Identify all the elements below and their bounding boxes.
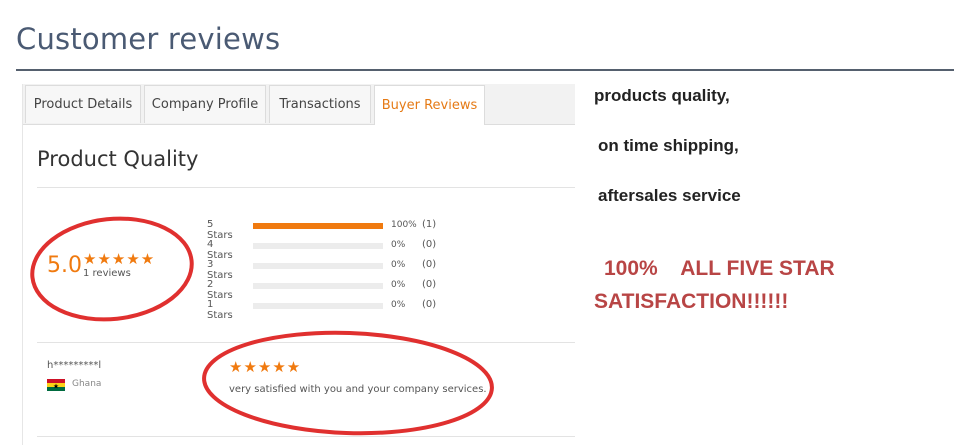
promo-line-1: 100% ALL FIVE STAR [604, 257, 835, 280]
rating-row-count: (0) [422, 279, 437, 290]
rating-row-percent: 0% [391, 300, 406, 310]
rating-row-label: 2 Stars [207, 279, 233, 301]
ghana-flag-icon [47, 379, 65, 391]
tab-product-details[interactable]: Product Details [25, 85, 141, 123]
rating-bar [253, 283, 383, 289]
rating-bar [253, 223, 383, 229]
rating-bar-fill [253, 223, 383, 229]
rating-bar [253, 243, 383, 249]
rating-row-count: (0) [422, 299, 437, 310]
page-title: Customer reviews [16, 22, 281, 56]
reviewer-name: h*********l [47, 360, 102, 371]
review-count: 1 reviews [83, 268, 131, 279]
rating-row-count: (0) [422, 259, 437, 270]
rating-bar [253, 303, 383, 309]
tab-transactions[interactable]: Transactions [269, 85, 371, 123]
rating-row-percent: 100% [391, 220, 417, 230]
promo-line-2: SATISFACTION!!!!!! [594, 290, 789, 313]
rating-row-label: 1 Stars [207, 299, 233, 321]
review-text: very satisfied with you and your company… [229, 384, 487, 395]
tab-buyer-reviews[interactable]: Buyer Reviews [374, 85, 485, 125]
section-divider [37, 187, 575, 188]
section-divider [37, 342, 575, 343]
average-star-rating: ★★★★★ [83, 251, 156, 268]
rating-row-count: (0) [422, 239, 437, 250]
tab-bar: Product Details Company Profile Transact… [23, 84, 575, 125]
average-score: 5.0 [47, 253, 82, 278]
tab-company-profile[interactable]: Company Profile [144, 85, 266, 123]
reviewer-country: Ghana [72, 379, 102, 389]
rating-row-count: (1) [422, 219, 437, 230]
rating-row-label: 3 Stars [207, 259, 233, 281]
rating-row-percent: 0% [391, 240, 406, 250]
note-shipping: on time shipping, [598, 136, 739, 155]
rating-row-label: 5 Stars [207, 219, 233, 241]
reviews-panel: Product Details Company Profile Transact… [22, 84, 575, 445]
note-aftersales: aftersales service [598, 186, 741, 205]
review-star-rating: ★★★★★ [229, 359, 302, 376]
product-quality-heading: Product Quality [37, 147, 199, 171]
rating-bar [253, 263, 383, 269]
note-quality: products quality, [594, 86, 730, 105]
section-divider [37, 436, 575, 437]
rating-row-label: 4 Stars [207, 239, 233, 261]
title-divider [16, 69, 954, 71]
rating-row-percent: 0% [391, 260, 406, 270]
rating-row-percent: 0% [391, 280, 406, 290]
